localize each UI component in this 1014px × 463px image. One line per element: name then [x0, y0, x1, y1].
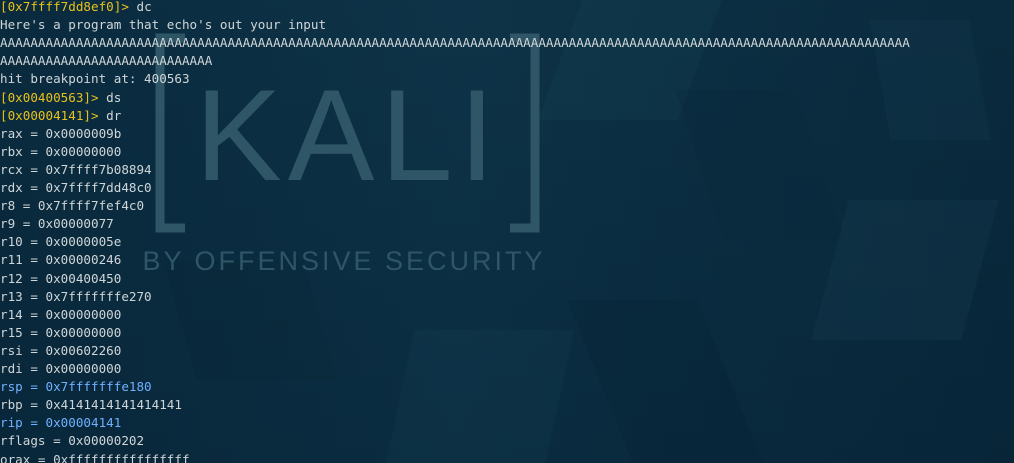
- output-line: r12 = 0x00400450: [0, 270, 122, 286]
- terminal-output[interactable]: [0x7ffff7dd8ef0]> dc Here's a program tha…: [0, 0, 1014, 463]
- output-line: rbp = 0x4141414141414141: [0, 397, 182, 413]
- prompt-bracket: [: [0, 107, 8, 123]
- prompt-bracket: ]>: [83, 89, 107, 105]
- output-line: Here's a program that echo's out your in…: [0, 17, 327, 33]
- output-line: rbx = 0x00000000: [0, 143, 122, 159]
- output-line: r9 = 0x00000077: [0, 216, 114, 232]
- output-line: r8 = 0x7ffff7fef4c0: [0, 198, 145, 214]
- prompt-address: 0x00004141: [7, 107, 84, 123]
- prompt-command: ds: [106, 89, 122, 105]
- output-line: rax = 0x0000009b: [0, 125, 122, 141]
- output-line: AAAAAAAAAAAAAAAAAAAAAAAAAAAA: [0, 53, 213, 69]
- prompt-address: 0x00400563: [7, 89, 84, 105]
- output-line: r14 = 0x00000000: [0, 306, 122, 322]
- prompt-line: [0x7ffff7dd8ef0]> dc: [0, 0, 1014, 16]
- register-line-highlighted: rip = 0x00004141: [0, 415, 122, 431]
- output-line: rdx = 0x7ffff7dd48c0: [0, 180, 152, 195]
- prompt-bracket: ]>: [83, 107, 107, 123]
- prompt-bracket: [: [0, 0, 8, 14]
- prompt-bracket: ]>: [113, 0, 137, 14]
- output-line: r10 = 0x0000005e: [0, 234, 122, 250]
- output-line: r11 = 0x00000246: [0, 252, 122, 268]
- output-line: hit breakpoint at: 400563: [0, 71, 190, 87]
- output-line: AAAAAAAAAAAAAAAAAAAAAAAAAAAAAAAAAAAAAAAA…: [0, 35, 910, 51]
- prompt-command: dc: [136, 0, 152, 14]
- prompt-line: [0x00400563]> ds: [0, 89, 1014, 107]
- output-line: rsi = 0x00602260: [0, 342, 122, 358]
- output-line: r15 = 0x00000000: [0, 324, 122, 340]
- output-line: orax = 0xffffffffffffffff: [0, 451, 190, 463]
- prompt-bracket: [: [0, 89, 8, 105]
- output-line: r13 = 0x7fffffffe270: [0, 288, 152, 304]
- output-line: rdi = 0x00000000: [0, 361, 122, 376]
- output-line: rflags = 0x00000202: [0, 433, 145, 449]
- output-line: rcx = 0x7ffff7b08894: [0, 161, 152, 177]
- prompt-address: 0x7ffff7dd8ef0: [7, 0, 114, 14]
- prompt-line: [0x00004141]> dr: [0, 107, 1014, 125]
- register-line-highlighted: rsp = 0x7fffffffe180: [0, 379, 152, 395]
- prompt-command: dr: [106, 107, 122, 123]
